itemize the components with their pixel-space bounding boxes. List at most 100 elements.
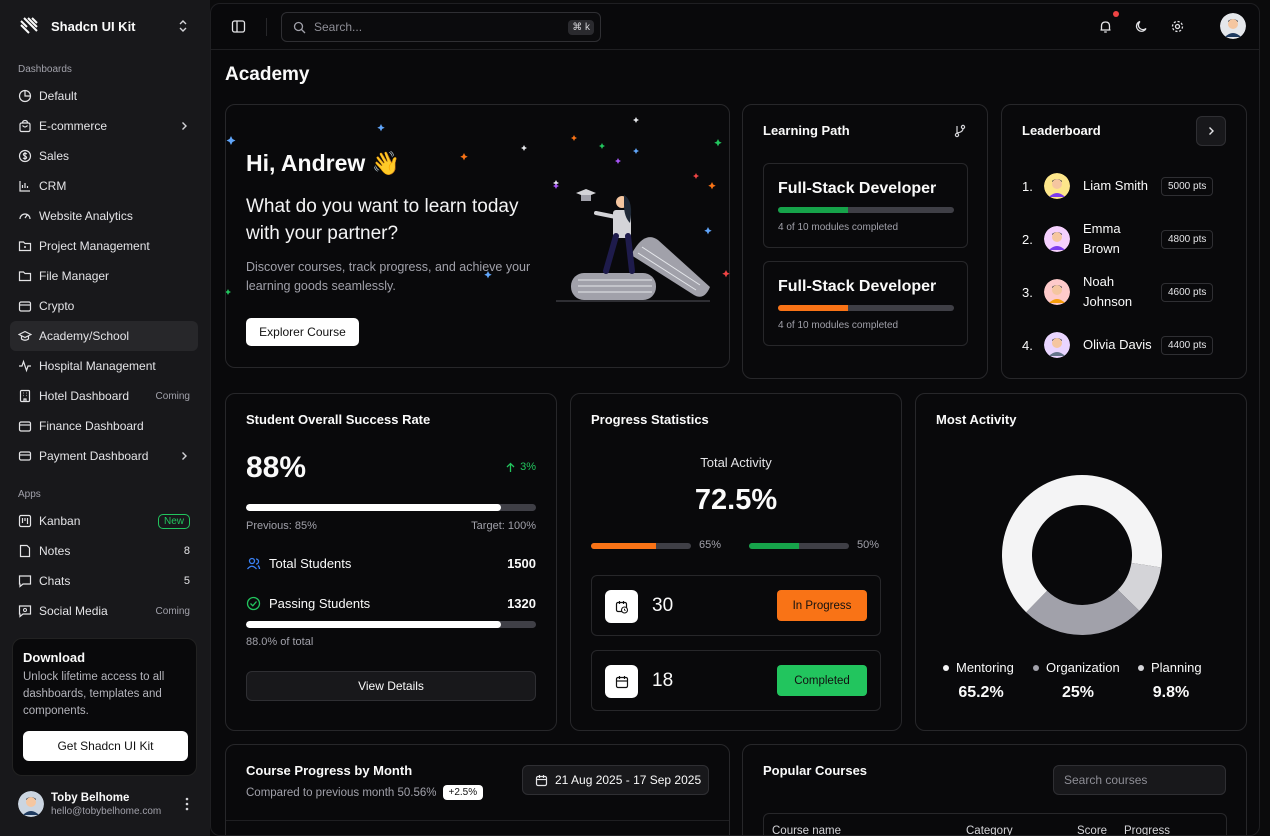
sidebar-item-label: Sales	[39, 149, 70, 163]
legend-value: 9.8%	[1152, 684, 1190, 701]
sidebar-item-label: Crypto	[39, 299, 75, 313]
explorer-course-button[interactable]: Explorer Course	[246, 318, 359, 346]
search-input[interactable]: Search... ⌘ k	[281, 12, 601, 42]
legend-label: Planning	[1151, 660, 1202, 675]
sidebar-item-finance-dashboard[interactable]: Finance Dashboard	[10, 411, 198, 441]
passing-students-value: 1320	[507, 596, 536, 611]
sidebar-item-chats[interactable]: Chats 5	[10, 566, 198, 596]
points-badge: 4400 pts	[1161, 335, 1214, 355]
in-progress-badge: In Progress	[777, 590, 867, 621]
passing-of-total: 88.0% of total	[246, 636, 314, 648]
chevron-right-icon	[182, 452, 187, 460]
passing-students-label: Passing Students	[269, 596, 371, 611]
sidebar-item-label: Project Management	[39, 239, 150, 253]
sidebar-item-project-management[interactable]: Project Management	[10, 231, 198, 261]
activity-bar-1	[591, 543, 691, 549]
student-name: Liam Smith	[1083, 178, 1149, 193]
sidebar-item-kanban[interactable]: Kanban New	[10, 506, 198, 536]
user-name: Toby Belhome	[51, 791, 130, 804]
section-label-dashboards: Dashboards	[18, 64, 72, 75]
view-details-button[interactable]: View Details	[246, 671, 536, 701]
course-progress-subtitle: Compared to previous month 50.56% +2.5%	[246, 785, 484, 800]
trend-value: 3%	[520, 461, 536, 473]
column-header[interactable]: Progress	[1124, 825, 1170, 835]
hero-description: Discover courses, track progress, and ac…	[246, 260, 531, 293]
sidebar-item-social-media[interactable]: Social Media Coming	[10, 596, 198, 626]
sidebar-item-e-commerce[interactable]: E-commerce	[10, 111, 198, 141]
success-rate-value: 88%	[246, 451, 307, 484]
sidebar-item-sales[interactable]: Sales	[10, 141, 198, 171]
rank: 1.	[1022, 178, 1033, 194]
total-students-row: Total Students 1500	[246, 556, 536, 571]
calendar-icon	[605, 665, 638, 698]
card-title: Learning Path	[763, 123, 850, 138]
card-title: Popular Courses	[763, 763, 868, 778]
divider	[226, 820, 729, 821]
success-rate-card: Student Overall Success Rate 88% 3% Prev…	[225, 393, 557, 731]
path-progress-bar	[778, 207, 954, 213]
check-circle-icon	[246, 596, 261, 611]
social-icon	[18, 605, 32, 618]
learning-path-item[interactable]: Full-Stack Developer 4 of 10 modules com…	[763, 261, 968, 346]
donut-slice-organization[interactable]	[1026, 589, 1140, 635]
total-activity-value: 72.5%	[694, 484, 778, 516]
dashboards-nav: Default E-commerce Sales CRM Website Analyti…	[10, 81, 198, 471]
sidebar-item-website-analytics[interactable]: Website Analytics	[10, 201, 198, 231]
gear-icon[interactable]	[1170, 19, 1185, 34]
main-panel: Search... ⌘ k Academy Hi, Andrew 👋 What …	[210, 3, 1260, 836]
download-desc: Unlock lifetime access to all dashboards…	[23, 671, 165, 717]
sidebar-item-hospital-management[interactable]: Hospital Management	[10, 351, 198, 381]
sidebar-item-payment-dashboard[interactable]: Payment Dashboard	[10, 441, 198, 471]
points-badge: 5000 pts	[1161, 176, 1214, 196]
team-switcher[interactable]: Shadcn UI Kit	[12, 10, 198, 42]
target-rate: Target: 100%	[471, 520, 536, 532]
sidebar-item-label: Chats	[39, 574, 71, 588]
get-kit-button[interactable]: Get Shadcn UI Kit	[23, 731, 188, 761]
welcome-card: Hi, Andrew 👋 What do you want to learn t…	[225, 104, 730, 368]
card-title: Student Overall Success Rate	[246, 412, 431, 427]
search-courses-input[interactable]: Search courses	[1053, 765, 1226, 795]
page-title: Academy	[225, 64, 310, 85]
leaderboard-next-button[interactable]	[1196, 116, 1226, 146]
search-icon	[293, 21, 306, 33]
column-header[interactable]: Category	[966, 825, 1013, 835]
total-students-value: 1500	[507, 556, 536, 571]
avatar	[1044, 332, 1070, 358]
student-name: Noah Johnson	[1083, 274, 1133, 309]
card-title: Course Progress by Month	[246, 763, 413, 778]
moon-icon[interactable]	[1134, 19, 1149, 34]
rank: 2.	[1022, 231, 1033, 247]
sidebar-item-label: Payment Dashboard	[39, 449, 149, 463]
sidebar-item-file-manager[interactable]: File Manager	[10, 261, 198, 291]
leaderboard-row: 4. Olivia Davis 4400 pts	[1022, 325, 1227, 365]
trend-badge: 3%	[505, 461, 536, 473]
divider	[266, 18, 267, 36]
completed-count: 18	[652, 670, 674, 691]
download-title: Download	[23, 650, 86, 665]
credit-card-icon	[18, 451, 32, 461]
path-title: Full-Stack Developer	[778, 180, 937, 197]
completed-badge: Completed	[777, 665, 867, 696]
sidebar-item-academy-school[interactable]: Academy/School	[10, 321, 198, 351]
arrow-up-icon	[506, 462, 515, 472]
chart-bars-icon	[19, 181, 30, 192]
git-branch-icon[interactable]	[953, 124, 967, 138]
sidebar-item-hotel-dashboard[interactable]: Hotel Dashboard Coming	[10, 381, 198, 411]
sidebar-item-default[interactable]: Default	[10, 81, 198, 111]
user-menu[interactable]: Toby Belhome hello@tobybelhome.com	[18, 789, 193, 819]
sidebar-item-crypto[interactable]: Crypto	[10, 291, 198, 321]
avatar[interactable]	[1220, 13, 1246, 39]
legend-planning: Planning	[1138, 660, 1202, 675]
learning-path-item[interactable]: Full-Stack Developer 4 of 10 modules com…	[763, 163, 968, 248]
leaderboard-card: Leaderboard 1. Liam Smith 5000 pts 2. Emm…	[1001, 104, 1247, 379]
points-badge: 4600 pts	[1161, 282, 1214, 302]
column-header[interactable]: Score	[1077, 825, 1107, 835]
column-header[interactable]: Course name	[772, 825, 841, 835]
date-range-picker[interactable]: 21 Aug 2025 - 17 Sep 2025	[522, 765, 709, 795]
sidebar-item-notes[interactable]: Notes 8	[10, 536, 198, 566]
bell-icon[interactable]	[1098, 19, 1113, 34]
sidebar-item-crm[interactable]: CRM	[10, 171, 198, 201]
sidebar-toggle-icon[interactable]	[231, 19, 246, 34]
more-vertical-icon[interactable]	[181, 797, 193, 811]
path-status: 4 of 10 modules completed	[778, 320, 899, 331]
